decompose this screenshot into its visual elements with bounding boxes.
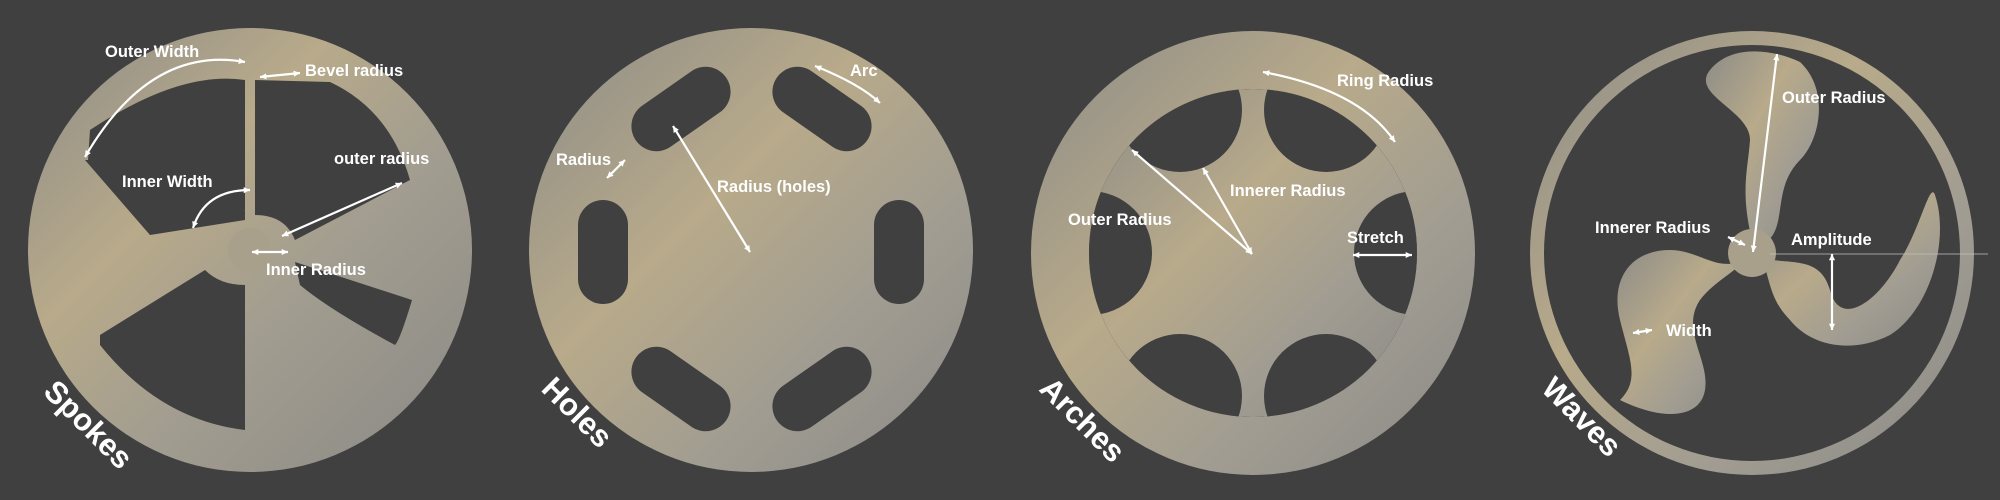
holes-diagram: Arc Radius Radius (holes) Holes	[529, 28, 973, 472]
label-arc: Arc	[850, 62, 878, 80]
label-innerer-radius-waves: Innerer Radius	[1595, 219, 1711, 237]
label-ring-radius: Ring Radius	[1337, 72, 1433, 90]
arches-diagram: Ring Radius Innerer Radius Outer Radius …	[1031, 31, 1475, 475]
hole-left	[578, 200, 628, 304]
label-inner-radius: Inner Radius	[266, 261, 366, 279]
waves-diagram: Outer Radius Innerer Radius Amplitude Wi…	[1530, 31, 1988, 475]
label-outer-width: Outer Width	[105, 43, 199, 61]
spokes-diagram: Outer Width Bevel radius Inner Width out…	[28, 28, 472, 476]
label-radius-holes: Radius (holes)	[717, 178, 831, 196]
panel-holes: Arc Radius Radius (holes) Holes	[500, 0, 1000, 500]
label-inner-width: Inner Width	[122, 173, 213, 191]
label-amplitude: Amplitude	[1791, 231, 1872, 249]
label-radius: Radius	[556, 151, 611, 169]
label-stretch: Stretch	[1347, 229, 1404, 247]
label-width: Width	[1666, 322, 1712, 340]
label-outer-radius: outer radius	[334, 150, 429, 168]
panel-waves: Outer Radius Innerer Radius Amplitude Wi…	[1500, 0, 2000, 500]
panel-arches: Ring Radius Innerer Radius Outer Radius …	[1000, 0, 1500, 500]
label-innerer-radius: Innerer Radius	[1230, 182, 1346, 200]
panel-spokes: Outer Width Bevel radius Inner Width out…	[0, 0, 500, 500]
label-outer-radius-arches: Outer Radius	[1068, 211, 1172, 229]
label-bevel-radius: Bevel radius	[305, 62, 403, 80]
label-outer-radius-waves: Outer Radius	[1782, 89, 1886, 107]
hole-right	[874, 200, 924, 304]
waves-hub	[1728, 229, 1776, 277]
